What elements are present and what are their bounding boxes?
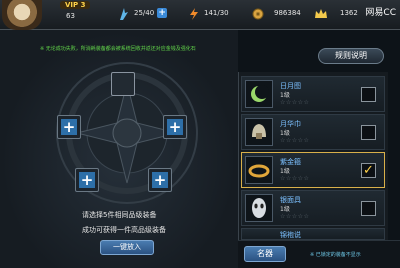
item-name: 锦袍说 bbox=[280, 231, 301, 239]
stamina-icon bbox=[118, 6, 130, 20]
helmet-icon bbox=[245, 118, 273, 146]
list-item-equipment[interactable]: 紫金箍 1级 ☆☆☆☆☆ ✓ bbox=[241, 152, 385, 188]
energy-value: 141/30 bbox=[204, 9, 229, 17]
top-bar: VIP 3 63 25/40 + 141/30 986384 1362 网易CC bbox=[0, 0, 400, 30]
crown-icon bbox=[314, 6, 327, 20]
select-checkbox[interactable] bbox=[361, 87, 376, 102]
energy-icon bbox=[188, 6, 200, 20]
moon-pendant-icon bbox=[245, 80, 273, 108]
watermark-text: 网易CC bbox=[365, 8, 396, 18]
player-level: 63 bbox=[66, 12, 75, 20]
material-slot-2[interactable]: + bbox=[163, 115, 187, 139]
material-slot-1[interactable]: + bbox=[57, 115, 81, 139]
item-level: 1级 bbox=[280, 206, 290, 213]
item-stars: ☆☆☆☆☆ bbox=[280, 99, 310, 106]
equipment-list: 日月图 1级 ☆☆☆☆☆ 月华巾 1级 ☆☆☆☆☆ 紫金箍 1级 ☆☆☆☆☆ ✓… bbox=[238, 72, 388, 268]
gold-value: 986384 bbox=[274, 9, 301, 17]
item-level: 1级 bbox=[280, 168, 290, 175]
list-item-equipment[interactable]: 锦袍说 bbox=[241, 228, 385, 240]
energy-stat: 141/30 bbox=[188, 6, 229, 20]
famous-weapon-button[interactable]: 名器 bbox=[244, 246, 286, 262]
locked-equipment-note: ※ 已锁定的装备不显示 bbox=[310, 252, 361, 258]
material-slot-4[interactable]: + bbox=[148, 168, 172, 192]
material-slot-3[interactable]: + bbox=[75, 168, 99, 192]
auto-place-button[interactable]: 一键放入 bbox=[100, 240, 154, 255]
forge-notice: ※ 无论成功失败，所消耗装备都会被系统回收并返还对应金钱及强化石 bbox=[40, 46, 196, 52]
coin-icon bbox=[252, 6, 264, 20]
gold-stat: 986384 bbox=[252, 6, 301, 20]
silver-mask-icon bbox=[245, 194, 273, 222]
list-item-equipment[interactable]: 日月图 1级 ☆☆☆☆☆ bbox=[241, 76, 385, 112]
forge-tip-line-2: 成功可获得一件高品级装备 bbox=[82, 226, 166, 234]
add-stamina-button[interactable]: + bbox=[157, 8, 168, 18]
golden-circlet-icon bbox=[245, 156, 273, 184]
rules-button[interactable]: 规则说明 bbox=[318, 48, 384, 64]
item-stars: ☆☆☆☆☆ bbox=[280, 213, 310, 220]
list-bottom-bar: 名器 ※ 已锁定的装备不显示 bbox=[238, 240, 400, 268]
item-stars: ☆☆☆☆☆ bbox=[280, 175, 310, 182]
stamina-stat: 25/40 + bbox=[118, 6, 168, 20]
select-checkbox[interactable] bbox=[361, 125, 376, 140]
stamina-value: 25/40 bbox=[134, 9, 155, 17]
list-item-equipment[interactable]: 月华巾 1级 ☆☆☆☆☆ bbox=[241, 114, 385, 150]
diamond-stat: 1362 bbox=[314, 6, 358, 20]
item-level: 1级 bbox=[280, 130, 290, 137]
forge-tip-line-1: 请选择5件相同品级装备 bbox=[82, 211, 157, 219]
select-checkbox[interactable] bbox=[361, 201, 376, 216]
vip-badge: VIP 3 bbox=[60, 1, 91, 9]
item-level: 1级 bbox=[280, 92, 290, 99]
main-equipment-slot[interactable] bbox=[111, 72, 135, 96]
item-stars: ☆☆☆☆☆ bbox=[280, 137, 310, 144]
list-item-equipment[interactable]: 银面具 1级 ☆☆☆☆☆ bbox=[241, 190, 385, 226]
player-avatar[interactable] bbox=[2, 0, 42, 30]
select-checkbox-checked[interactable]: ✓ bbox=[361, 163, 376, 178]
diamond-value: 1362 bbox=[340, 9, 358, 17]
